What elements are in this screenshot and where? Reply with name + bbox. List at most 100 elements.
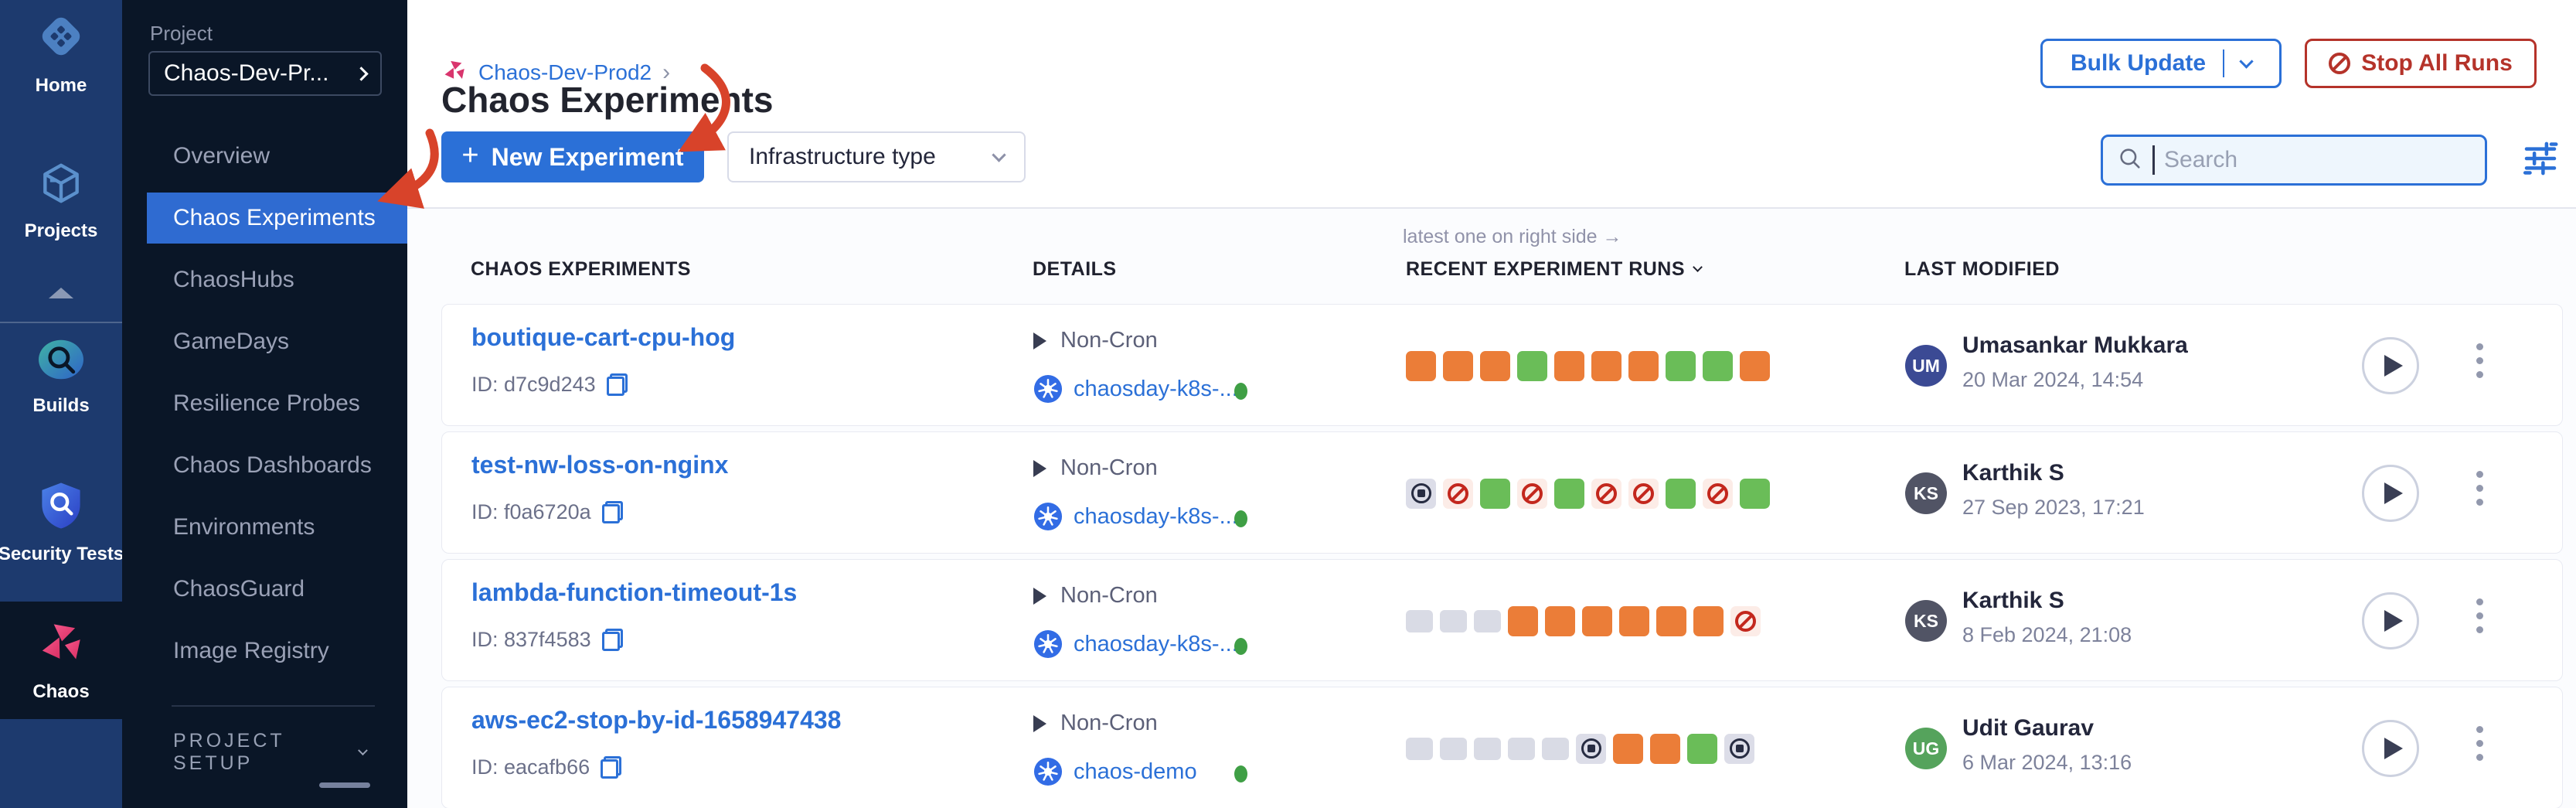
run-cell-stop[interactable] [1406, 479, 1436, 509]
run-cell-green[interactable] [1687, 734, 1717, 764]
sidebar-item-chaos-dashboards[interactable]: Chaos Dashboards [122, 435, 407, 496]
search-box [2101, 135, 2487, 186]
infrastructure-link[interactable]: chaosday-k8s-... [1074, 632, 1238, 657]
infrastructure-link[interactable]: chaosday-k8s-... [1074, 377, 1238, 402]
status-dot [1234, 765, 1247, 782]
project-setup-section[interactable]: PROJECT SETUP [173, 730, 366, 775]
rail-item-label: Chaos [32, 681, 89, 703]
sidebar-item-environments[interactable]: Environments [122, 496, 407, 558]
sidebar-item-chaoshubs[interactable]: ChaosHubs [122, 249, 407, 311]
run-experiment-button[interactable] [2362, 465, 2419, 522]
run-cell-stop[interactable] [1724, 734, 1754, 764]
stop-all-runs-button[interactable]: Stop All Runs [2305, 39, 2537, 88]
run-cell-green[interactable] [1517, 351, 1547, 381]
run-cell-stop[interactable] [1576, 734, 1606, 764]
rail-item-chaos[interactable]: Chaos [0, 617, 122, 703]
sidebar-resize-grip[interactable] [319, 782, 370, 788]
run-cell-orange[interactable] [1406, 351, 1436, 381]
run-cell-ban[interactable] [1591, 479, 1621, 509]
row-menu-button[interactable] [2474, 726, 2485, 761]
sidebar-item-chaosguard[interactable]: ChaosGuard [122, 558, 407, 620]
ban-icon [1707, 483, 1728, 504]
rail-item-builds[interactable]: Builds [0, 337, 122, 417]
rail-collapse-chevron[interactable] [0, 288, 122, 298]
run-cell-orange[interactable] [1650, 734, 1680, 764]
search-input[interactable] [2164, 147, 2471, 173]
run-cell-green[interactable] [1740, 479, 1770, 509]
run-experiment-button[interactable] [2362, 592, 2419, 649]
rail-item-projects[interactable]: Projects [0, 159, 122, 242]
rail-divider [0, 322, 122, 323]
infrastructure-link[interactable]: chaosday-k8s-... [1074, 504, 1238, 530]
run-cell-green[interactable] [1554, 479, 1584, 509]
sort-chevron-icon [1693, 262, 1703, 272]
experiment-name-link[interactable]: boutique-cart-cpu-hog [471, 323, 735, 352]
column-header-recent-runs[interactable]: RECENT EXPERIMENT RUNS [1406, 258, 1701, 281]
rail-item-home[interactable]: Home [0, 11, 122, 97]
schedule-type: Non-Cron [1033, 711, 1158, 736]
rail-item-security-tests[interactable]: Security Tests [0, 481, 122, 565]
sidebar-item-image-registry[interactable]: Image Registry [122, 620, 407, 682]
rail-item-label: Builds [32, 395, 89, 417]
row-menu-button[interactable] [2474, 471, 2485, 506]
schedule-label: Non-Cron [1060, 711, 1158, 736]
run-cell-orange[interactable] [1628, 351, 1659, 381]
run-cell-ban[interactable] [1443, 479, 1473, 509]
copy-icon[interactable] [601, 756, 621, 779]
play-triangle-icon [1033, 715, 1046, 732]
sidebar-item-gamedays[interactable]: GameDays [122, 311, 407, 373]
column-header-details: DETAILS [1033, 258, 1117, 281]
run-cell-ban[interactable] [1628, 479, 1659, 509]
run-cell-orange[interactable] [1480, 351, 1510, 381]
run-cell-orange[interactable] [1545, 606, 1575, 636]
run-cell-green[interactable] [1703, 351, 1733, 381]
new-experiment-button[interactable]: + New Experiment [441, 131, 704, 182]
run-cell-ban[interactable] [1730, 606, 1761, 636]
run-cell-empty[interactable] [1440, 738, 1467, 760]
filter-button[interactable] [2520, 138, 2561, 179]
sidebar-item-resilience-probes[interactable]: Resilience Probes [122, 373, 407, 435]
copy-icon[interactable] [607, 373, 628, 396]
run-cell-orange[interactable] [1619, 606, 1649, 636]
run-cell-empty[interactable] [1440, 610, 1467, 632]
run-cell-orange[interactable] [1582, 606, 1612, 636]
run-experiment-button[interactable] [2362, 720, 2419, 777]
run-cell-orange[interactable] [1656, 606, 1686, 636]
run-cell-orange[interactable] [1693, 606, 1724, 636]
sidebar-item-chaos-experiments[interactable]: Chaos Experiments [147, 193, 407, 244]
ban-icon [1448, 483, 1468, 504]
infrastructure-type-dropdown[interactable]: Infrastructure type [727, 131, 1026, 182]
run-cell-orange[interactable] [1740, 351, 1770, 381]
sidebar-item-overview[interactable]: Overview [122, 125, 407, 187]
run-cell-green[interactable] [1666, 479, 1696, 509]
run-experiment-button[interactable] [2362, 337, 2419, 394]
run-cell-orange[interactable] [1508, 606, 1538, 636]
copy-icon[interactable] [602, 629, 623, 651]
run-cell-empty[interactable] [1406, 610, 1433, 632]
row-menu-button[interactable] [2474, 343, 2485, 378]
experiment-name-link[interactable]: aws-ec2-stop-by-id-1658947438 [471, 706, 841, 735]
run-cell-empty[interactable] [1474, 738, 1501, 760]
run-cell-empty[interactable] [1508, 738, 1535, 760]
run-cell-orange[interactable] [1613, 734, 1643, 764]
run-cell-ban[interactable] [1703, 479, 1733, 509]
run-cell-empty[interactable] [1474, 610, 1501, 632]
row-menu-button[interactable] [2474, 598, 2485, 633]
run-cell-orange[interactable] [1443, 351, 1473, 381]
experiment-name-link[interactable]: test-nw-loss-on-nginx [471, 451, 728, 479]
run-cell-orange[interactable] [1554, 351, 1584, 381]
project-selector[interactable]: Chaos-Dev-Pr... [148, 51, 382, 96]
experiment-id: ID: eacafb66 [471, 755, 621, 779]
run-cell-green[interactable] [1666, 351, 1696, 381]
run-cell-green[interactable] [1480, 479, 1510, 509]
page-title: Chaos Experiments [441, 79, 773, 121]
experiment-name-link[interactable]: lambda-function-timeout-1s [471, 578, 797, 607]
infrastructure-link[interactable]: chaos-demo [1074, 759, 1197, 785]
run-cell-empty[interactable] [1406, 738, 1433, 760]
copy-icon[interactable] [602, 501, 623, 523]
sidebar-item-label: Image Registry [173, 638, 329, 664]
run-cell-orange[interactable] [1591, 351, 1621, 381]
bulk-update-button[interactable]: Bulk Update [2040, 39, 2282, 88]
run-cell-ban[interactable] [1517, 479, 1547, 509]
run-cell-empty[interactable] [1542, 738, 1569, 760]
